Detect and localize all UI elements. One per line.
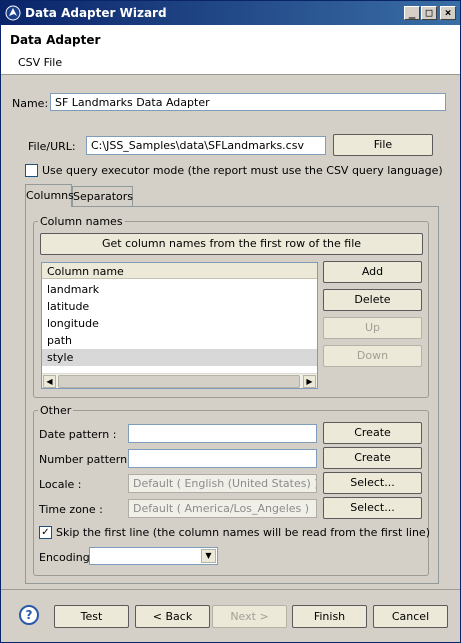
locale-select-button[interactable]: Select... <box>323 472 422 494</box>
column-names-title: Column names <box>38 215 125 228</box>
scroll-right-icon[interactable]: ▶ <box>303 375 316 388</box>
horizontal-scrollbar[interactable]: ◀ ▶ <box>42 373 317 388</box>
delete-button[interactable]: Delete <box>323 289 422 311</box>
page-subtitle: CSV File <box>18 56 63 69</box>
wizard-window: Data Adapter Wizard _ □ × Data Adapter C… <box>0 0 461 643</box>
number-pattern-label: Number pattern : <box>39 453 135 466</box>
column-names-table: Column name landmark latitude longitude … <box>41 262 318 389</box>
wizard-header: Data Adapter CSV File <box>1 25 460 75</box>
table-row[interactable]: path <box>42 332 317 349</box>
cancel-button[interactable]: Cancel <box>373 605 448 628</box>
file-button[interactable]: File <box>333 134 433 156</box>
help-button[interactable]: ? <box>19 605 39 625</box>
file-url-label: File/URL: <box>28 140 76 153</box>
time-zone-select-button[interactable]: Select... <box>323 497 422 519</box>
name-input[interactable]: SF Landmarks Data Adapter <box>50 93 446 111</box>
back-button[interactable]: < Back <box>135 605 210 628</box>
time-zone-input: Default ( America/Los_Angeles ) <box>128 499 317 518</box>
close-icon: × <box>444 6 452 19</box>
scrollbar-thumb[interactable] <box>58 375 300 388</box>
number-create-button[interactable]: Create <box>323 447 422 469</box>
up-button[interactable]: Up <box>323 317 422 339</box>
time-zone-label: Time zone : <box>39 503 103 516</box>
chevron-down-icon[interactable]: ▼ <box>201 549 216 563</box>
down-button[interactable]: Down <box>323 345 422 367</box>
locale-label: Locale : <box>39 478 82 491</box>
maximize-button[interactable]: □ <box>421 6 437 20</box>
maximize-icon: □ <box>425 6 433 19</box>
name-label: Name: <box>12 97 49 110</box>
skip-first-line-checkbox[interactable]: ✓ <box>39 526 52 539</box>
table-row[interactable]: style <box>42 349 317 366</box>
encoding-dropdown[interactable]: ▼ <box>89 547 218 565</box>
table-row[interactable]: longitude <box>42 315 317 332</box>
jaspersoft-logo-icon <box>5 5 21 21</box>
number-pattern-input[interactable] <box>128 449 317 468</box>
other-title: Other <box>38 404 74 417</box>
get-column-names-button[interactable]: Get column names from the first row of t… <box>40 233 423 255</box>
date-pattern-input[interactable] <box>128 424 317 443</box>
column-header[interactable]: Column name <box>42 263 317 279</box>
title-bar: Data Adapter Wizard _ □ × <box>1 1 460 25</box>
tab-columns[interactable]: Columns <box>25 184 74 207</box>
date-create-button[interactable]: Create <box>323 422 422 444</box>
minimize-button[interactable]: _ <box>404 6 420 20</box>
table-row[interactable]: landmark <box>42 281 317 298</box>
query-mode-label: Use query executor mode (the report must… <box>42 164 443 177</box>
date-pattern-label: Date pattern : <box>39 428 117 441</box>
footer-separator <box>1 589 460 590</box>
window-title: Data Adapter Wizard <box>25 6 167 20</box>
skip-first-line-label: Skip the first line (the column names wi… <box>56 526 430 539</box>
next-button[interactable]: Next > <box>212 605 287 628</box>
scroll-left-icon[interactable]: ◀ <box>43 375 56 388</box>
add-button[interactable]: Add <box>323 261 422 283</box>
finish-button[interactable]: Finish <box>292 605 367 628</box>
table-row[interactable]: latitude <box>42 298 317 315</box>
check-icon: ✓ <box>41 527 50 538</box>
encoding-label: Encoding <box>39 551 90 564</box>
tab-separators[interactable]: Separators <box>72 186 133 207</box>
test-button[interactable]: Test <box>54 605 129 628</box>
file-url-input[interactable]: C:\JSS_Samples\data\SFLandmarks.csv <box>86 136 326 155</box>
page-title: Data Adapter <box>10 33 101 47</box>
minimize-icon: _ <box>408 6 416 19</box>
query-mode-checkbox[interactable] <box>25 164 38 177</box>
close-button[interactable]: × <box>440 6 456 20</box>
locale-input: Default ( English (United States) ) <box>128 474 317 493</box>
